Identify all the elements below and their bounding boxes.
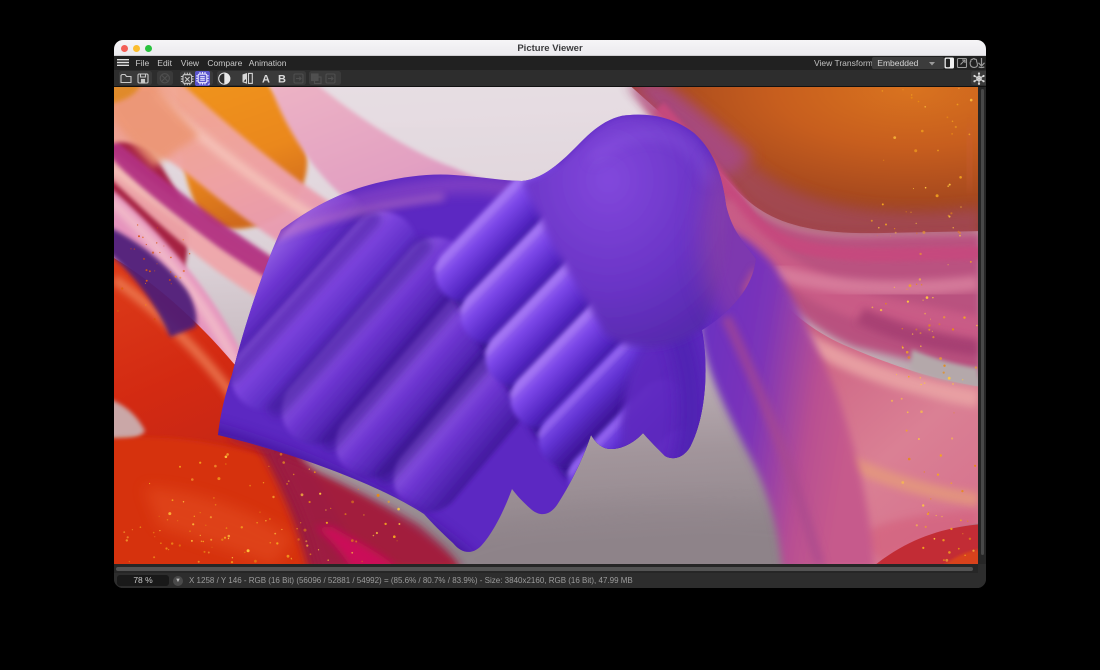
svg-text:B: B (278, 73, 286, 85)
svg-text:A: A (262, 73, 270, 85)
